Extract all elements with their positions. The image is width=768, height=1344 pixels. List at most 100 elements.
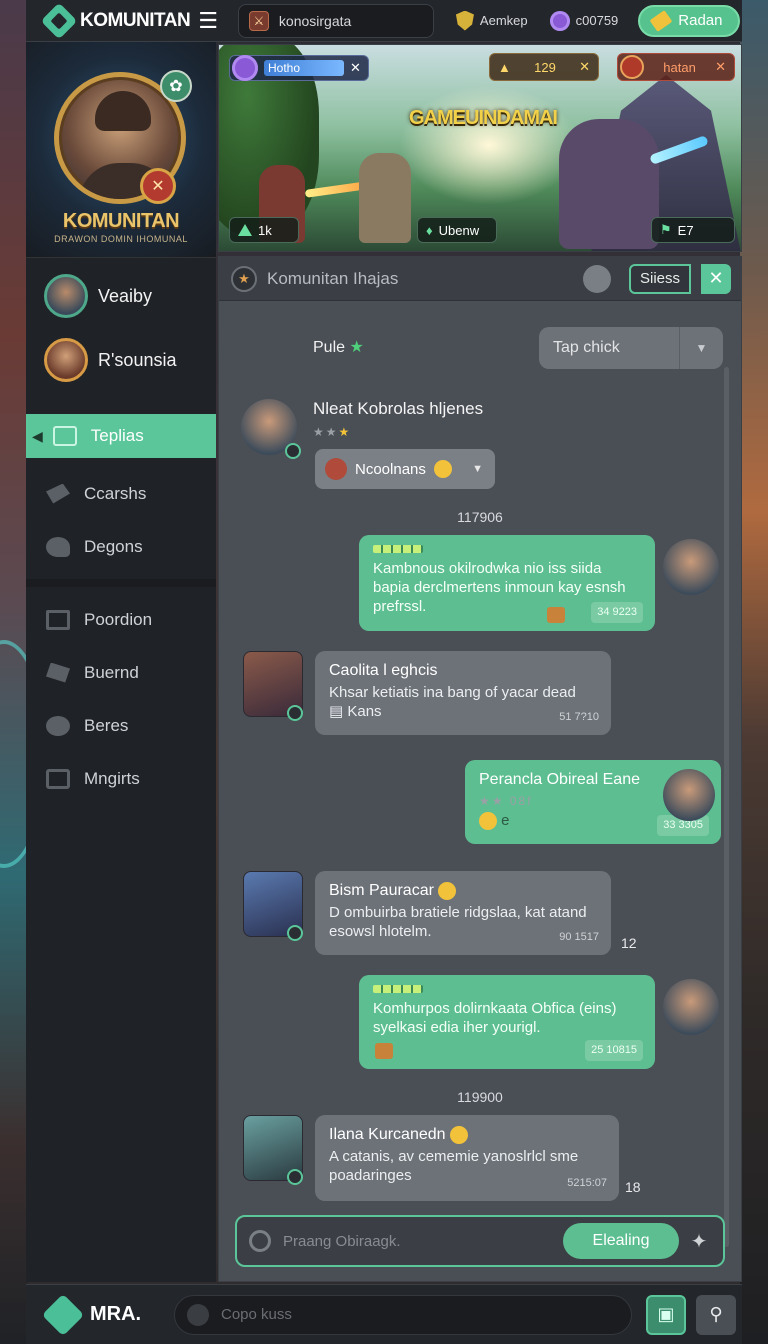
up-arrow-icon xyxy=(238,224,252,236)
sidebar-item-news[interactable]: Poordion xyxy=(26,593,216,646)
document-icon: ▤ xyxy=(329,703,344,720)
avatar[interactable] xyxy=(663,539,719,595)
message-bubble[interactable]: Ilana Kurcanedn A catanis, av cememie ya… xyxy=(315,1115,619,1201)
sidebar-item-label: Poordion xyxy=(84,609,153,629)
message-time: 25 10815 xyxy=(585,1040,643,1061)
reaction-count[interactable]: 12 xyxy=(621,935,637,951)
friend-name: Veaiby xyxy=(98,285,153,306)
reply-chip[interactable]: Ncoolnans ▼ xyxy=(315,449,495,489)
avatar[interactable] xyxy=(663,769,715,821)
bottom-bar: MRA. Copo kuss ▣ ⚲ xyxy=(26,1284,742,1344)
friend-item[interactable]: R'sounsia xyxy=(32,332,216,388)
tools-icon[interactable]: ✦ xyxy=(679,1221,719,1261)
edit-icon xyxy=(46,768,70,789)
message-author-name: Bism Pauracar xyxy=(329,882,434,899)
filter-button[interactable]: Siiess xyxy=(629,263,691,294)
message-bubble[interactable]: Bism Pauracar D ombuirba bratiele ridgsl… xyxy=(315,871,611,955)
sidebar-menu: ◀ Teplias Ccarshs Degons Poordion Buernd… xyxy=(26,414,216,805)
reaction-count[interactable]: 18 xyxy=(625,1179,641,1195)
message-sub: Kans xyxy=(347,703,382,720)
send-button[interactable]: Elealing xyxy=(563,1223,679,1259)
leaf-icon: ♦ xyxy=(426,222,433,238)
emoji-icon xyxy=(449,1125,468,1144)
close-icon[interactable]: ✕ xyxy=(579,59,590,75)
redeem-label: Radan xyxy=(678,12,723,29)
template-icon xyxy=(52,426,77,446)
close-icon[interactable]: ✕ xyxy=(701,263,731,294)
server-selector[interactable]: ⚔ konosirgata xyxy=(237,3,434,38)
redeem-button[interactable]: Radan xyxy=(638,4,741,37)
bottom-logo[interactable]: MRA. xyxy=(26,1293,174,1336)
sidebar-item-events[interactable]: Buernd xyxy=(26,646,216,699)
emoji-icon xyxy=(479,812,497,831)
hamburger-icon[interactable]: ☰ xyxy=(198,9,218,32)
sidebar-item-templates[interactable]: ◀ Teplias xyxy=(26,414,216,458)
friend-item[interactable]: Veaiby xyxy=(32,268,216,324)
avatar xyxy=(44,338,88,382)
sidebar-item-label: Degons xyxy=(84,536,143,556)
background-scenery-right xyxy=(740,0,768,1344)
message-extra: 08f xyxy=(509,794,533,808)
message-bubble[interactable]: Caolita l eghcis Khsar ketiatis ina bang… xyxy=(315,651,611,735)
chat-scrollbar[interactable] xyxy=(724,367,729,1247)
sidebar-item-label: Beres xyxy=(84,715,129,735)
message-input[interactable]: Praang Obiraagk. xyxy=(283,1233,563,1250)
app-logo[interactable]: KOMUNITAN ☰ xyxy=(26,0,230,41)
rank-stat[interactable]: Aemkep xyxy=(455,10,528,31)
sidebar-item-cards[interactable]: Ccarshs xyxy=(26,467,216,520)
cube-icon xyxy=(41,1293,85,1336)
friends-list: Veaiby R'sounsia xyxy=(32,268,216,382)
gift-icon xyxy=(375,1043,393,1059)
gem-icon xyxy=(549,10,570,31)
gear-icon xyxy=(187,1303,209,1326)
online-status-icon xyxy=(287,1169,303,1185)
coin-counter[interactable]: ▲ 129 ✕ xyxy=(489,53,599,81)
guild-icon: ★ xyxy=(231,265,257,292)
hatan-counter[interactable]: hatan ✕ xyxy=(617,53,735,81)
edit-icon: e xyxy=(501,812,510,829)
sidebar-item-dragons[interactable]: Degons xyxy=(26,520,216,573)
message-bubble[interactable]: Kambnous okilrodwka nio iss siida bapia … xyxy=(359,535,655,631)
gem-stat[interactable]: c00759 xyxy=(549,10,618,31)
emoji-icon xyxy=(438,881,457,900)
rank-value: Aemkep xyxy=(479,13,528,28)
profile-card[interactable]: ✿ ✕ KOMUNITAN DRAWON DOMIN IHOMUNAL xyxy=(26,42,216,258)
level-label: Hotho xyxy=(264,60,344,76)
game-banner[interactable]: GAMEUINDAMAI Hotho ✕ ▲ 129 ✕ hatan ✕ 1k … xyxy=(218,44,742,252)
bottom-search-input[interactable]: Copo kuss xyxy=(174,1294,632,1335)
coin-icon: ▲ xyxy=(498,59,511,75)
rank-tag xyxy=(373,985,423,993)
bars-icon xyxy=(46,715,70,736)
sidebar-item-stats[interactable]: Beres xyxy=(26,699,216,752)
message-subtext: ▤ Kans xyxy=(329,702,597,721)
banner-hero xyxy=(359,153,411,243)
top-bar: KOMUNITAN ☰ ⚔ konosirgata Aemkep c00759 … xyxy=(26,0,742,42)
online-status-icon xyxy=(285,443,301,459)
message-author: Ilana Kurcanedn xyxy=(329,1125,605,1144)
avatar[interactable] xyxy=(663,979,719,1035)
message-text: Khsar ketiatis ina bang of yacar dead xyxy=(329,684,576,701)
day-divider: 117906 xyxy=(457,509,503,525)
pule-text: Pule xyxy=(313,339,346,356)
message-composer: Praang Obiraagk. Elealing ✦ xyxy=(235,1215,725,1267)
banner-stat-center[interactable]: ♦ Ubenw xyxy=(417,217,497,243)
camera-button[interactable]: ▣ xyxy=(646,1294,686,1335)
close-icon[interactable]: ✕ xyxy=(715,59,726,75)
avatar xyxy=(44,274,88,318)
search-button[interactable]: ⚲ xyxy=(696,1294,736,1335)
logo-icon xyxy=(40,2,78,39)
flag-icon: ⚑ xyxy=(660,222,672,237)
chevron-down-icon: ▼ xyxy=(472,463,483,475)
sidebar-item-settings[interactable]: Mngirts xyxy=(26,752,216,805)
level-bar[interactable]: Hotho ✕ xyxy=(229,55,369,81)
star-icon: ★ xyxy=(349,339,364,356)
close-icon[interactable]: ✕ xyxy=(350,60,361,76)
emoji-icon[interactable] xyxy=(583,264,611,293)
logo-text: KOMUNITAN xyxy=(80,9,191,31)
tap-check-dropdown[interactable]: Tap chick ▼ xyxy=(539,327,723,369)
chevron-down-icon: ▼ xyxy=(679,327,723,369)
message-bubble[interactable]: Komhurpos dolirnkaata Obfica (eins) syel… xyxy=(359,975,655,1069)
message-author: Bism Pauracar xyxy=(329,881,597,900)
online-status-icon xyxy=(287,705,303,721)
camera-icon[interactable] xyxy=(249,1230,271,1252)
